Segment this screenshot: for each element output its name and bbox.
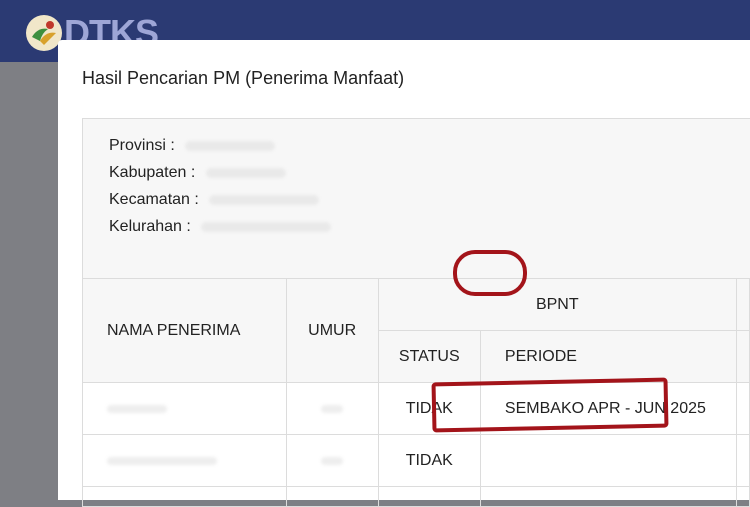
cell-status (377, 486, 481, 507)
cell-extra (735, 382, 750, 435)
modal-title: Hasil Pencarian PM (Penerima Manfaat) (82, 68, 405, 88)
col-header-status: STATUS (377, 330, 481, 383)
col-header-nama: NAMA PENERIMA (82, 278, 287, 383)
cell-status: TIDAK (377, 434, 481, 487)
provinsi-redacted (185, 140, 276, 151)
cell-periode (479, 486, 737, 507)
kabupaten-label: Kabupaten : (109, 164, 196, 181)
search-result-modal: Hasil Pencarian PM (Penerima Manfaat) Pr… (58, 40, 750, 507)
group-header-bpnt: BPNT (377, 278, 737, 331)
kabupaten-redacted (205, 167, 286, 178)
kecamatan-redacted (209, 194, 320, 205)
kabupaten-line: Kabupaten : (109, 164, 286, 182)
cell-umur (285, 486, 379, 507)
umur-redacted (321, 456, 344, 465)
cell-nama (82, 486, 287, 507)
page-backdrop (0, 62, 58, 500)
provinsi-line: Provinsi : (109, 137, 276, 155)
col-header-extra-2 (735, 330, 750, 383)
cell-extra (735, 434, 750, 487)
table-row[interactable]: TIDAK (82, 434, 750, 487)
provinsi-label: Provinsi : (109, 137, 175, 154)
periode-highlight-box (431, 377, 669, 433)
bpnt-highlight-circle (453, 250, 527, 296)
cell-umur (285, 434, 379, 487)
cell-extra (735, 486, 750, 507)
region-info-box: Provinsi : Kabupaten : Kecamatan : Kelur… (82, 118, 750, 280)
nama-redacted (107, 404, 167, 413)
col-header-umur: UMUR (285, 278, 379, 383)
kecamatan-line: Kecamatan : (109, 191, 320, 209)
cell-nama (82, 382, 287, 435)
table-row[interactable] (82, 486, 750, 507)
kelurahan-line: Kelurahan : (109, 218, 332, 236)
logo-emblem-icon (26, 15, 62, 51)
kelurahan-label: Kelurahan : (109, 218, 191, 235)
col-header-extra (735, 278, 750, 331)
nama-redacted (107, 456, 217, 465)
col-header-periode: PERIODE (479, 330, 737, 383)
cell-nama (82, 434, 287, 487)
kecamatan-label: Kecamatan : (109, 191, 199, 208)
cell-periode (479, 434, 737, 487)
cell-umur (285, 382, 379, 435)
kelurahan-redacted (201, 221, 332, 232)
umur-redacted (321, 404, 344, 413)
